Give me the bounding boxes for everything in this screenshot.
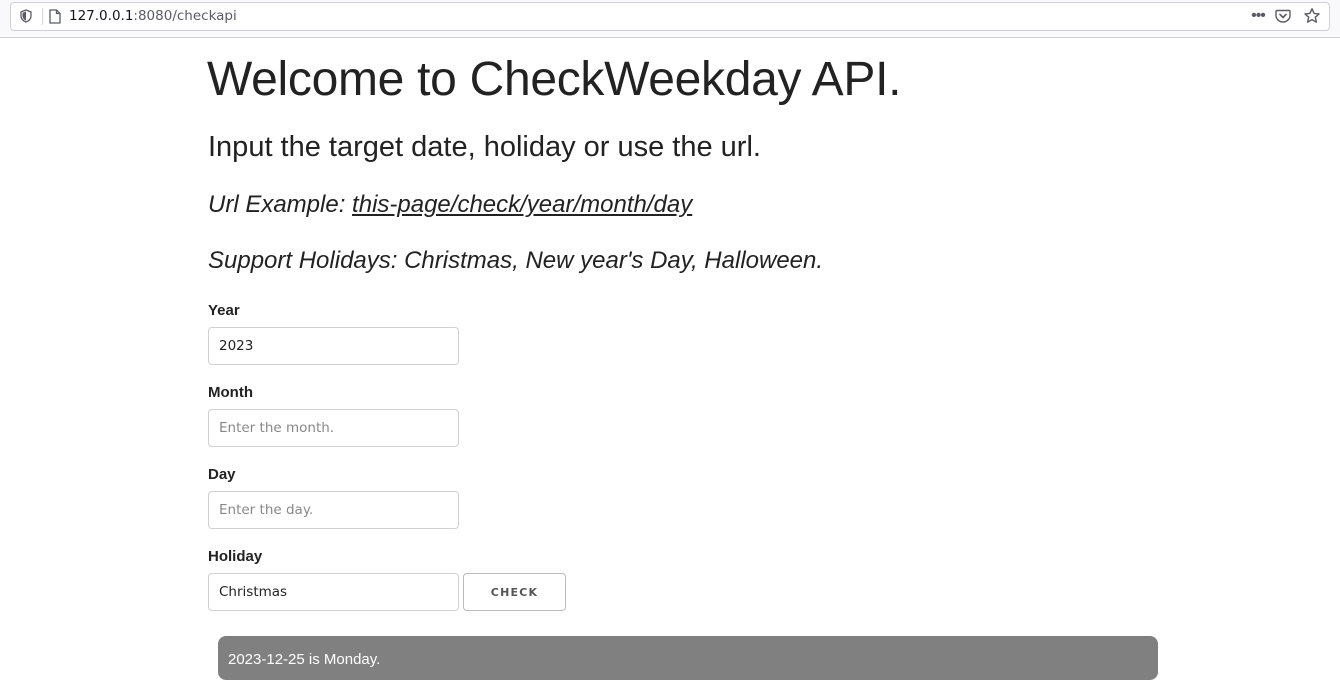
- shield-icon[interactable]: [19, 9, 33, 23]
- supported-holidays: Support Holidays: Christmas, New year's …: [208, 247, 824, 274]
- browser-toolbar: 127.0.0.1:8080/checkapi •••: [0, 0, 1340, 38]
- page-title: Welcome to CheckWeekday API.: [207, 53, 902, 106]
- holiday-label: Holiday: [208, 548, 263, 565]
- year-label: Year: [208, 302, 240, 319]
- holiday-input[interactable]: [208, 573, 459, 611]
- url-example: Url Example: this-page/check/year/month/…: [208, 190, 692, 220]
- day-label: Day: [208, 466, 236, 483]
- page-subtitle: Input the target date, holiday or use th…: [208, 131, 761, 163]
- url-host: 127.0.0.1: [69, 8, 134, 24]
- year-input[interactable]: [208, 327, 459, 365]
- address-bar[interactable]: 127.0.0.1:8080/checkapi •••: [10, 2, 1330, 31]
- url-separator: [42, 8, 43, 25]
- day-input[interactable]: [208, 491, 459, 529]
- result-message: 2023-12-25 is Monday.: [218, 636, 1158, 680]
- month-input[interactable]: [208, 409, 459, 447]
- url-text[interactable]: 127.0.0.1:8080/checkapi: [69, 8, 237, 25]
- check-button[interactable]: CHECK: [463, 573, 566, 611]
- url-example-prefix: Url Example:: [208, 191, 353, 218]
- url-example-link[interactable]: this-page/check/year/month/day: [352, 191, 692, 218]
- month-label: Month: [208, 384, 253, 401]
- star-icon[interactable]: [1303, 7, 1321, 25]
- page-icon[interactable]: [48, 9, 62, 24]
- more-icon[interactable]: •••: [1247, 7, 1269, 25]
- pocket-icon[interactable]: [1275, 8, 1291, 24]
- url-path: :8080/checkapi: [133, 8, 237, 24]
